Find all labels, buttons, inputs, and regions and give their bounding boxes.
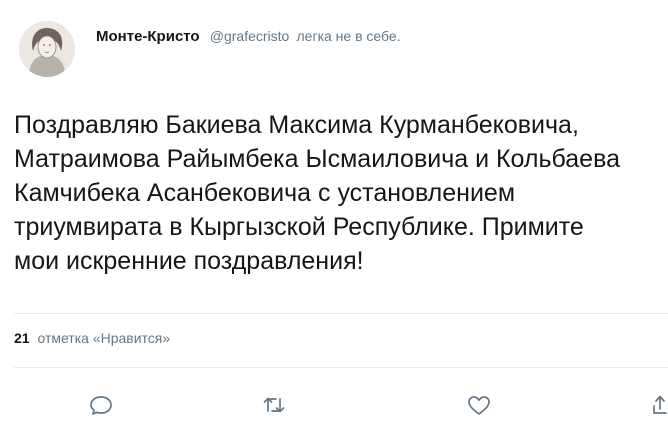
likes-label: отметка «Нравится» [37,330,171,346]
share-button[interactable] [652,390,668,420]
share-icon [653,395,667,414]
display-name[interactable]: Монте-Кристо [96,28,200,45]
tweet-header: Монте-Кристо @grafecristo легка не в себ… [96,28,401,45]
avatar-portrait-icon [19,21,75,77]
tweet-text-line: Камчибека Асанбековича с установлением [14,179,516,207]
retweet-button[interactable] [259,390,289,420]
retweet-icon [263,397,285,413]
user-bio: легка не в себе. [296,28,401,44]
reply-button[interactable] [86,390,116,420]
likes-count: 21 [14,330,30,346]
tweet-text-line: триумвирата в Кыргызской Республике. При… [14,213,584,241]
reply-icon [90,396,112,415]
divider [14,367,668,368]
tweet-text-line: мои искренние поздравления! [14,247,364,275]
heart-icon [468,396,490,415]
avatar[interactable] [19,21,75,77]
tweet-text: Поздравляю Бакиева Максима Курманбекович… [14,108,668,278]
like-button[interactable] [464,390,494,420]
tweet-text-line: Поздравляю Бакиева Максима Курманбекович… [14,111,579,139]
user-handle[interactable]: @grafecristo [210,28,290,44]
divider [14,313,668,314]
tweet: Монте-Кристо @grafecristo легка не в себ… [0,0,668,442]
likes-row[interactable]: 21 отметка «Нравится» [14,330,170,346]
tweet-text-line: Матраимова Райымбека Ысмаиловича и Кольб… [14,145,620,173]
action-bar [0,390,668,420]
